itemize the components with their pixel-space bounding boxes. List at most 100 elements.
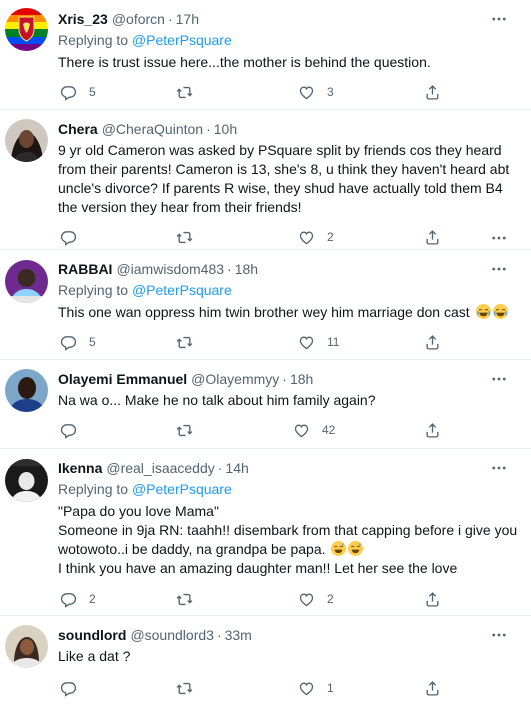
share-button[interactable] [424, 334, 441, 351]
grinning-sweat-emoji-icon [348, 541, 364, 556]
retweet-button[interactable] [176, 422, 193, 439]
reply-icon [60, 229, 77, 246]
timestamp[interactable]: 17h [176, 10, 199, 29]
tweet-text: Na wa o... Make he no talk about him fam… [58, 392, 376, 408]
timestamp[interactable]: 14h [225, 459, 248, 478]
retweet-button[interactable] [176, 334, 193, 351]
share-button[interactable] [424, 84, 441, 101]
mention-link[interactable]: @PeterPsquare [132, 481, 232, 497]
reply-button[interactable] [60, 229, 77, 246]
reply-count: 5 [89, 85, 96, 99]
tweet-text-line-body: Someone in 9ja RN: taahh!! disembark fro… [58, 522, 518, 557]
share-icon [424, 229, 441, 246]
more-button[interactable] [489, 259, 509, 279]
user-handle[interactable]: @CheraQuinton [102, 120, 203, 139]
retweet-icon [176, 334, 193, 351]
like-icon [298, 334, 315, 351]
reply-button[interactable]: 5 [60, 84, 96, 101]
more-button[interactable] [489, 369, 509, 389]
share-button[interactable] [424, 422, 441, 439]
display-name[interactable]: RABBAI [58, 260, 112, 279]
like-button[interactable]: 2 [298, 229, 334, 246]
timestamp[interactable]: 18h [235, 260, 258, 279]
tweet-text-line: Someone in 9ja RN: taahh!! disembark fro… [58, 521, 519, 559]
user-handle[interactable]: @Olayemmyy [191, 370, 279, 389]
like-count: 2 [327, 592, 334, 606]
display-name[interactable]: Olayemi Emmanuel [58, 370, 187, 389]
tweet-text: "Papa do you love Mama" Someone in 9ja R… [58, 502, 519, 578]
retweet-icon [176, 229, 193, 246]
like-button[interactable]: 1 [298, 680, 334, 697]
like-button[interactable]: 42 [293, 422, 335, 439]
retweet-button[interactable] [176, 591, 193, 608]
reply-button[interactable] [60, 680, 77, 697]
avatar[interactable] [5, 260, 48, 303]
retweet-button[interactable] [176, 680, 193, 697]
tweet-chera[interactable]: Chera @CheraQuinton · 10h 9 yr old Camer… [0, 110, 531, 250]
share-icon [424, 334, 441, 351]
avatar[interactable] [5, 119, 48, 162]
user-handle[interactable]: @soundlord3 [130, 626, 214, 645]
share-icon [424, 680, 441, 697]
retweet-button[interactable] [176, 84, 193, 101]
like-button[interactable]: 2 [298, 591, 334, 608]
tweet-ikenna[interactable]: Ikenna @real_isaaceddy · 14h Replying to… [0, 449, 531, 616]
reply-button[interactable]: 5 [60, 334, 96, 351]
avatar[interactable] [5, 8, 48, 51]
reply-icon [60, 334, 77, 351]
like-count: 1 [327, 681, 334, 695]
reply-count: 5 [89, 335, 96, 349]
tweet-header: Chera @CheraQuinton · 10h [58, 120, 519, 139]
more-button[interactable] [489, 228, 509, 248]
tweet-text: This one wan oppress him twin brother we… [58, 303, 519, 322]
like-button[interactable]: 3 [298, 84, 334, 101]
mention-link[interactable]: @PeterPsquare [132, 282, 232, 298]
tweet-header: Olayemi Emmanuel @Olayemmyy · 18h [58, 370, 519, 389]
reply-button[interactable] [60, 422, 77, 439]
more-button[interactable] [489, 458, 509, 478]
like-button[interactable]: 11 [298, 334, 339, 351]
share-button[interactable] [424, 680, 441, 697]
replying-label: Replying to [58, 32, 132, 48]
avatar[interactable] [5, 459, 48, 502]
display-name[interactable]: Ikenna [58, 459, 102, 478]
tweet-header: RABBAI @iamwisdom483 · 18h [58, 260, 519, 279]
timestamp[interactable]: 10h [214, 120, 237, 139]
reply-button[interactable]: 2 [60, 591, 96, 608]
more-button[interactable] [489, 625, 509, 645]
share-button[interactable] [424, 229, 441, 246]
timestamp[interactable]: 18h [290, 370, 313, 389]
reply-icon [60, 680, 77, 697]
more-button[interactable] [489, 9, 509, 29]
tweet-rabbai[interactable]: RABBAI @iamwisdom483 · 18h Replying to @… [0, 250, 531, 360]
timestamp[interactable]: 33m [225, 626, 252, 645]
retweet-button[interactable] [176, 229, 193, 246]
tweet-olayemi[interactable]: Olayemi Emmanuel @Olayemmyy · 18h Na wa … [0, 360, 531, 449]
tweet-header: soundlord @soundlord3 · 33m [58, 626, 519, 645]
display-name[interactable]: soundlord [58, 626, 126, 645]
replying-label: Replying to [58, 282, 132, 298]
separator-dot: · [217, 460, 223, 476]
action-bar: 42 [58, 420, 519, 440]
replying-to: Replying to @PeterPsquare [58, 31, 519, 50]
tweet-text: Like a dat ? [58, 648, 131, 664]
like-count: 42 [322, 423, 336, 437]
action-bar: 5 3 [58, 82, 519, 102]
user-handle[interactable]: @oforcn [112, 10, 165, 29]
avatar[interactable] [5, 625, 48, 668]
share-button[interactable] [424, 591, 441, 608]
tweet-xris[interactable]: Xris_23 @oforcn · 17h Replying to @Peter… [0, 0, 531, 110]
action-bar: 5 11 [58, 332, 519, 352]
display-name[interactable]: Xris_23 [58, 10, 108, 29]
tweet-soundlord[interactable]: soundlord @soundlord3 · 33m Like a dat ?… [0, 616, 531, 706]
crying-laughing-emoji-icon [475, 304, 491, 319]
user-handle[interactable]: @iamwisdom483 [116, 260, 224, 279]
like-count: 2 [327, 230, 334, 244]
tweet-text: There is trust issue here...the mother i… [58, 54, 431, 70]
display-name[interactable]: Chera [58, 120, 98, 139]
user-handle[interactable]: @real_isaaceddy [106, 459, 214, 478]
replying-label: Replying to [58, 481, 132, 497]
mention-link[interactable]: @PeterPsquare [132, 32, 232, 48]
tweet-header: Ikenna @real_isaaceddy · 14h [58, 459, 519, 478]
avatar[interactable] [5, 369, 48, 412]
